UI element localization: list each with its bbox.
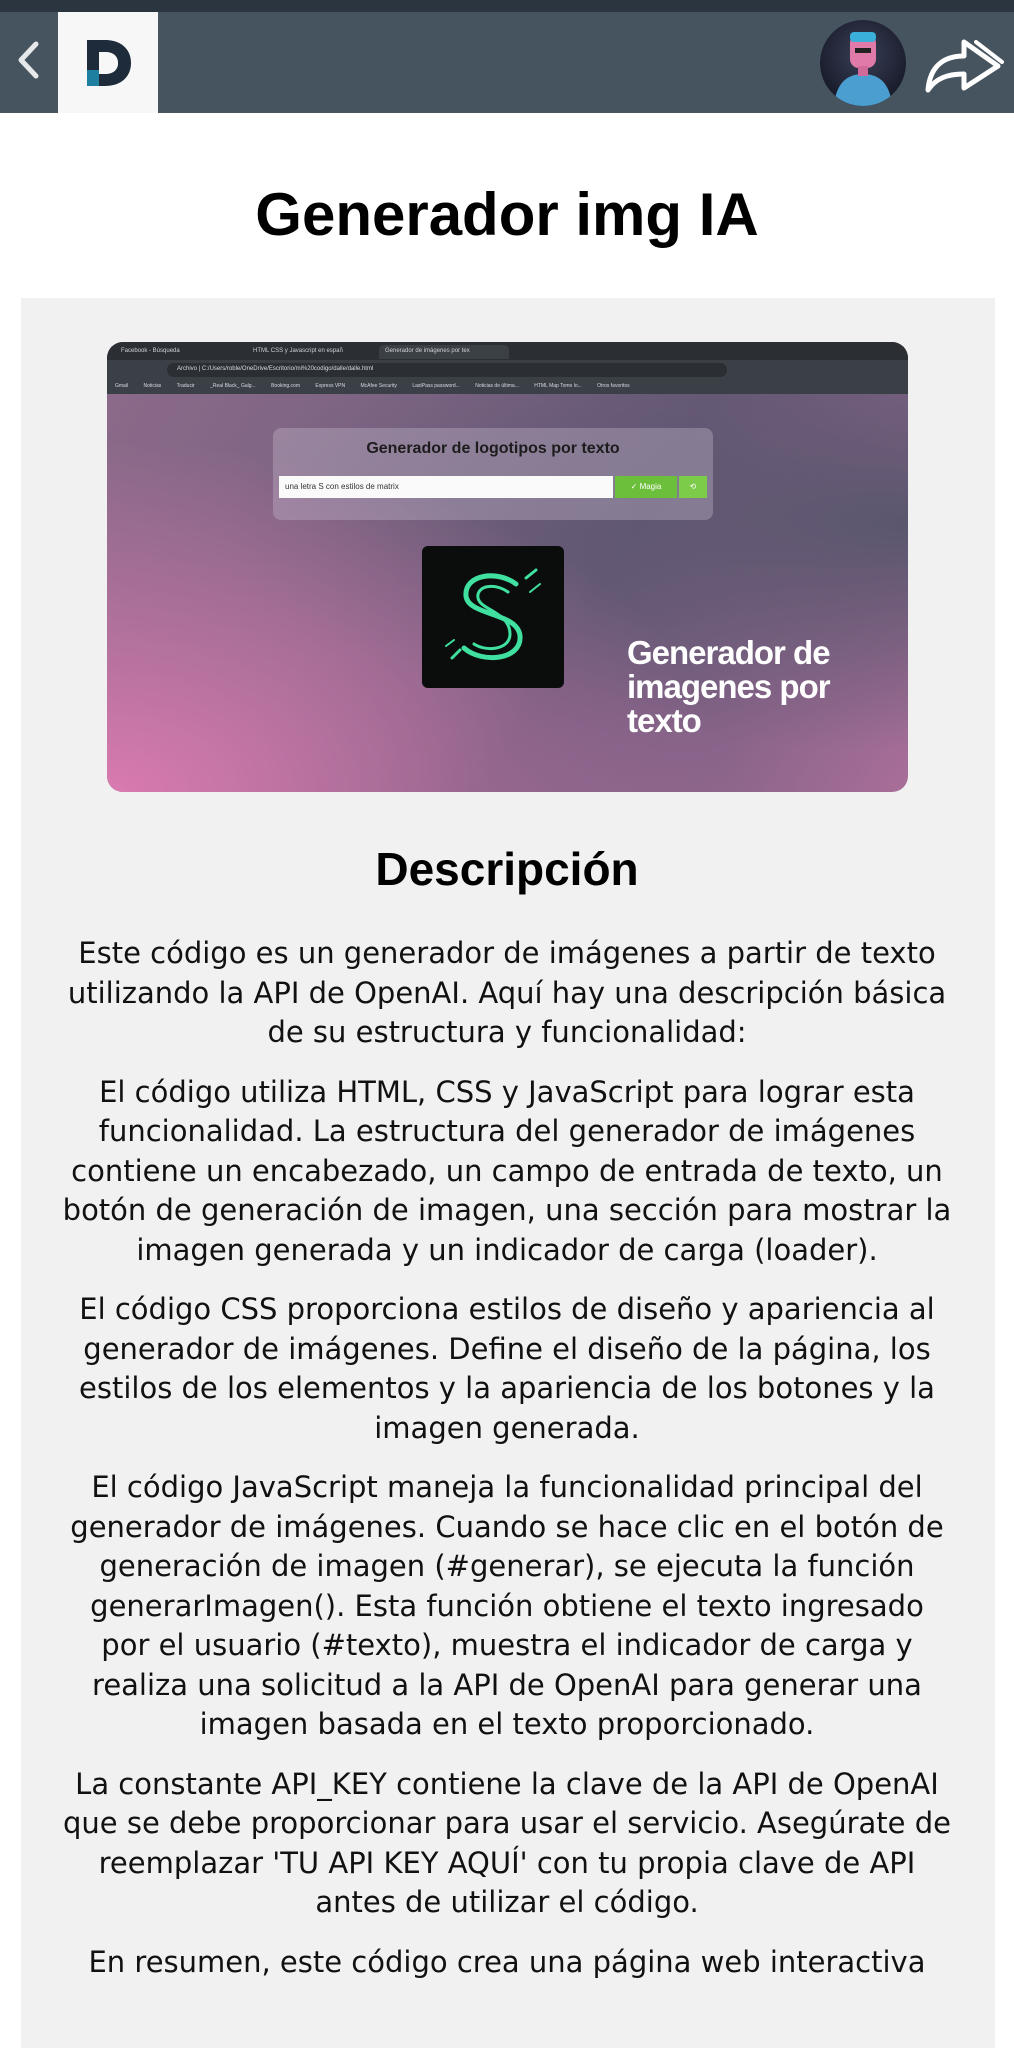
share-arrow-icon [925, 39, 1004, 93]
description-paragraph: La constante API_KEY contiene la clave d… [63, 1766, 951, 1920]
chevron-left-icon [18, 41, 39, 79]
magic-button: ✓ Magia [615, 476, 677, 498]
app-logo[interactable] [58, 12, 158, 113]
description-heading: Descripción [375, 843, 639, 895]
matrix-s-logo-icon [445, 568, 541, 661]
browser-tab-strip: Facebook - Búsqueda HTML CSS y Javascrip… [107, 342, 908, 360]
promo-text: Generador de imagenes por texto [627, 634, 831, 739]
description-paragraph: El código CSS proporciona estilos de dis… [79, 1292, 935, 1445]
bookmark-item: LastPass password... [412, 383, 460, 389]
browser-tab: HTML CSS y Javascript en españ [253, 348, 343, 354]
bookmark-item: Traducir [176, 383, 195, 389]
bookmark-item: Booking.com [271, 383, 300, 389]
browser-tab: Facebook - Búsqueda [121, 348, 180, 354]
generator-panel: Generador de logotipos por texto una let… [273, 428, 713, 520]
prompt-input: una letra S con estilos de matrix [279, 476, 613, 498]
browser-tab-active: Generador de imágenes por tex [379, 345, 509, 359]
description-body: Este código es un generador de imágenes … [62, 934, 952, 2002]
bookmarks-bar: Gmail Noticias Traducir _Real Black_ Gal… [107, 380, 908, 394]
description-paragraph: Este código es un generador de imágenes … [67, 936, 947, 1049]
logo-icon [87, 39, 131, 86]
url-field: Archivo | C:/Users/roble/OneDrive/Escrit… [167, 363, 727, 377]
description-paragraph: El código JavaScript maneja la funcional… [70, 1470, 944, 1741]
bookmark-item: Noticias [143, 383, 162, 389]
top-app-bar [0, 0, 1014, 113]
bookmark-item: Gmail [115, 383, 129, 389]
bookmark-item: HTML Map Tomo lo... [534, 383, 582, 389]
browser-address-bar: Archivo | C:/Users/roble/OneDrive/Escrit… [107, 360, 908, 380]
generated-image [422, 546, 564, 688]
share-button[interactable] [920, 28, 1006, 100]
avatar-figure-icon [834, 32, 892, 106]
bookmark-item: Express VPN [315, 383, 346, 389]
bookmark-item: Noticias de última... [475, 383, 519, 389]
back-button[interactable] [12, 38, 46, 82]
generator-title: Generador de logotipos por texto [366, 440, 620, 457]
bookmark-item: McAfee Security [360, 383, 397, 389]
user-avatar[interactable] [820, 20, 906, 106]
reset-button: ⟲ [679, 476, 707, 498]
bookmark-item: Otros favoritos [597, 383, 630, 389]
preview-image: Facebook - Búsqueda HTML CSS y Javascrip… [107, 342, 908, 792]
bookmark-item: _Real Black_ Galg... [210, 383, 256, 389]
description-paragraph: El código utiliza HTML, CSS y JavaScript… [62, 1074, 952, 1267]
description-paragraph: En resumen, este código crea una página … [88, 1944, 926, 1979]
page-title: Generador img IA [255, 181, 759, 248]
